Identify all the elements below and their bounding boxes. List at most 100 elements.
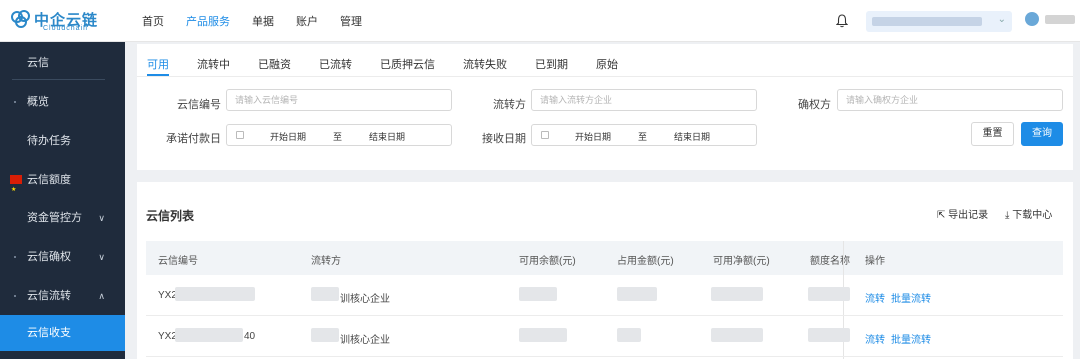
sidebar-item-label: 云信收支 [27,327,71,339]
redacted-amount [711,328,763,342]
code-label: 云信编号 [177,99,221,111]
nav-management[interactable]: 管理 [340,13,362,29]
top-nav: 首页 产品服务 单据 账户 管理 [142,13,384,29]
tab-financed[interactable]: 已融资 [258,56,291,72]
organization-select[interactable]: ⌄ [866,11,1012,32]
transfer-party: 训核心企业 [340,294,390,305]
transfer-party-label: 流转方 [493,99,526,111]
pay-date-range-picker[interactable]: 开始日期 至 结束日期 [226,124,452,146]
sidebar: 云信 概览 待办任务 云信额度 资金管控方 ∨ 云信确权 ∨ 云信流转 ∧ 云信… [0,42,125,359]
batch-transfer-link[interactable]: 批量流转 [891,290,931,305]
organization-name-redacted [872,17,982,26]
list-title: 云信列表 [146,209,195,223]
tab-original[interactable]: 原始 [596,56,618,72]
redacted-quota-name [808,287,850,301]
sidebar-item-label: 资金管控方 [27,212,82,224]
sidebar-item-yunxin[interactable]: 云信 [0,45,125,81]
brand-logo[interactable]: 中企云链 Cloudchain [10,8,120,34]
code-suffix: 40 [244,331,256,342]
redacted-amount [519,328,567,342]
calendar-icon [541,131,549,139]
download-label: 下载中心 [1012,210,1053,221]
transfer-party: 训核心企业 [340,335,390,346]
range-separator: 至 [638,132,648,142]
status-tabs: 可用 流转中 已融资 已流转 已质押云信 流转失败 已到期 原始 [147,56,646,72]
bell-icon[interactable] [836,14,848,28]
export-records-button[interactable]: ⇱ 导出记录 [937,206,988,221]
redacted-code [175,287,255,301]
nav-home[interactable]: 首页 [142,13,164,29]
transfer-link[interactable]: 流转 [865,290,885,305]
avatar[interactable] [1025,12,1039,26]
filter-panel: 可用 流转中 已融资 已流转 已质押云信 流转失败 已到期 原始 云信编号 请输… [137,44,1073,170]
nav-documents[interactable]: 单据 [252,13,274,29]
chevron-down-icon: ⌄ [997,14,1006,25]
bullet-icon [14,295,16,297]
transfer-party-input[interactable]: 请输入流转方企业 [531,89,757,111]
column-header: 可用余额(元) [519,256,576,267]
tab-transfer-failed[interactable]: 流转失败 [463,56,507,72]
user-name-redacted[interactable] [1045,15,1075,24]
sidebar-item-label: 概览 [27,96,49,108]
bullet-icon [14,256,16,258]
top-bar: 中企云链 Cloudchain 首页 产品服务 单据 账户 管理 ⌄ [0,0,1080,42]
pay-date-label: 承诺付款日 [166,133,221,145]
redacted-code [175,328,243,342]
export-icon: ⇱ [937,210,946,221]
receive-date-range-picker[interactable]: 开始日期 至 结束日期 [531,124,757,146]
tab-in-transfer[interactable]: 流转中 [197,56,230,72]
china-flag-icon [10,172,22,208]
table-header: 云信编号 流转方 可用余额(元) 占用金额(元) 可用净额(元) 额度名称 操作 [146,241,1063,275]
redacted-party [311,287,339,301]
sidebar-divider [12,79,105,80]
sidebar-item-label: 云信额度 [27,174,71,186]
sidebar-item-income-expense[interactable]: 云信收支 [0,315,125,351]
redacted-amount [711,287,763,301]
nav-account[interactable]: 账户 [296,13,318,29]
start-date: 开始日期 [270,132,307,142]
code-input[interactable]: 请输入云信编号 [226,89,452,111]
chevron-up-icon: ∧ [98,291,105,301]
bullet-icon [14,101,16,103]
sidebar-item-transfer[interactable]: 云信流转 ∧ [0,278,125,314]
brand-subtitle: Cloudchain [43,25,89,32]
redacted-quota-name [808,328,850,342]
start-date: 开始日期 [575,132,612,142]
column-header: 占用金额(元) [617,256,674,267]
nav-product-services[interactable]: 产品服务 [186,13,230,29]
table-row[interactable]: YX2 训核心企业 流转 批量流转 [146,275,1063,316]
sidebar-item-label: 待办任务 [27,135,71,147]
sidebar-item-confirm[interactable]: 云信确权 ∨ [0,239,125,275]
column-header: 云信编号 [158,256,198,267]
table-row[interactable]: YX2 40 训核心企业 流转 批量流转 [146,316,1063,357]
redacted-amount [519,287,557,301]
tabs-divider [137,76,1073,77]
tab-pledged[interactable]: 已质押云信 [380,56,435,72]
transfer-link[interactable]: 流转 [865,331,885,346]
sidebar-item-fund-control[interactable]: 资金管控方 ∨ [0,200,125,236]
export-label: 导出记录 [948,210,989,221]
sidebar-item-label: 云信流转 [27,290,71,302]
redacted-party [311,328,339,342]
end-date: 结束日期 [369,132,406,142]
sidebar-item-quota[interactable]: 云信额度 [0,162,125,208]
tab-expired[interactable]: 已到期 [535,56,568,72]
range-separator: 至 [333,132,343,142]
confirm-party-input[interactable]: 请输入确权方企业 [837,89,1063,111]
sidebar-item-todo[interactable]: 待办任务 [0,123,125,159]
yunxin-list-panel: 云信列表 ⇱ 导出记录 ⤓ 下载中心 云信编号 流转方 可用余额(元) 占用金额… [137,182,1073,359]
sidebar-item-overview[interactable]: 概览 [0,84,125,120]
column-header: 操作 [865,256,885,267]
tab-available[interactable]: 可用 [147,56,169,72]
query-button[interactable]: 查询 [1021,122,1063,146]
batch-transfer-link[interactable]: 批量流转 [891,331,931,346]
reset-button[interactable]: 重置 [971,122,1014,146]
redacted-amount [617,287,657,301]
download-center-button[interactable]: ⤓ 下载中心 [1005,206,1052,221]
column-header: 额度名称 [810,256,850,267]
active-tab-indicator [147,74,169,76]
sidebar-item-label: 云信确权 [27,251,71,263]
download-icon: ⤓ [1005,210,1010,221]
calendar-icon [236,131,244,139]
tab-transferred[interactable]: 已流转 [319,56,352,72]
